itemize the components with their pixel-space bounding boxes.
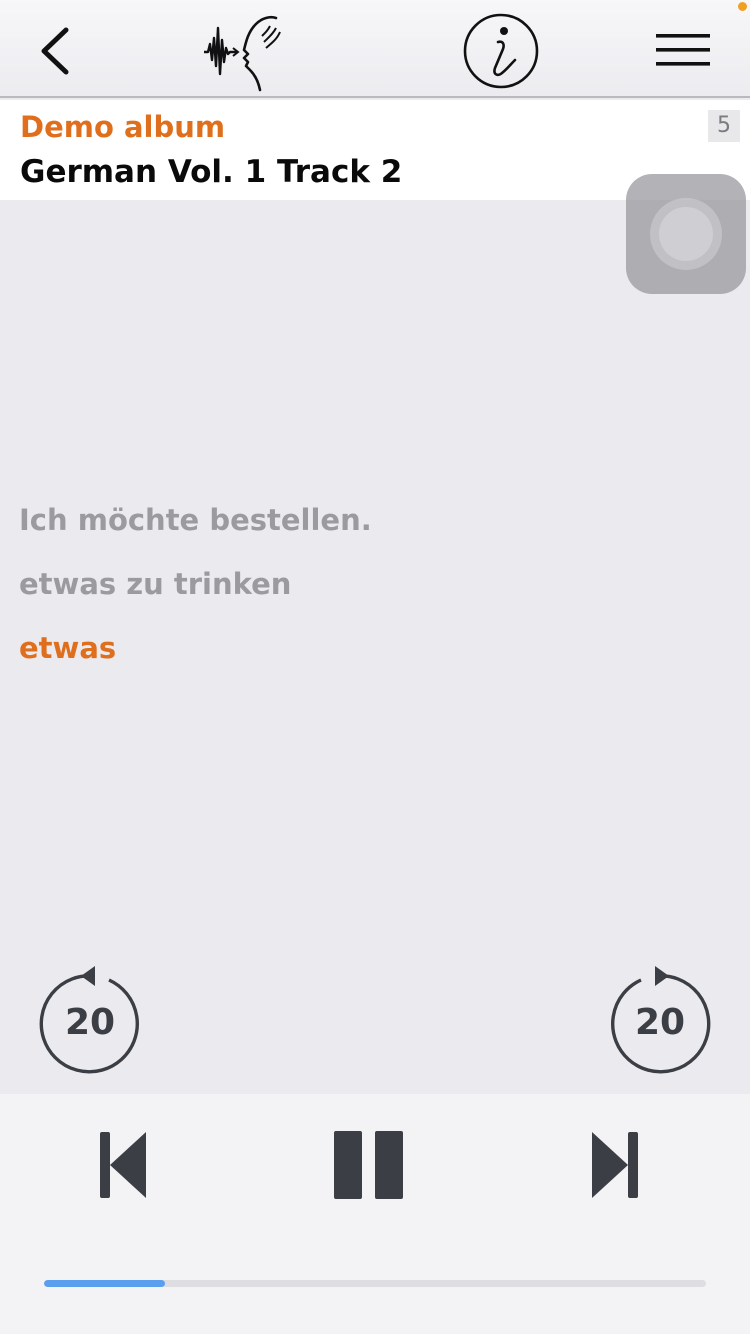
next-track-button[interactable] [590,1130,640,1200]
back-button[interactable] [30,18,82,82]
chevron-left-icon [41,27,69,75]
phrase-item-current[interactable]: etwas [19,631,116,665]
pause-icon [334,1131,403,1199]
progress-bar-fill [44,1280,166,1287]
assistive-touch-core [659,207,713,261]
phrase-item[interactable]: Ich möchte bestellen. [19,503,372,537]
skip-back-label: 20 [64,1002,116,1043]
info-button[interactable] [462,12,540,90]
pause-button[interactable] [333,1130,405,1200]
skip-forward-20-button[interactable]: 20 [607,962,713,1076]
phrase-item[interactable]: etwas zu trinken [19,567,291,601]
skip-previous-icon [100,1132,146,1198]
transport-controls [0,1094,750,1334]
skip-back-20-button[interactable]: 20 [37,962,143,1076]
app-logo-icon [202,8,284,92]
menu-button[interactable] [652,26,716,74]
count-badge: 5 [708,110,740,142]
skip-next-icon [592,1132,638,1198]
info-circle-icon [463,13,539,89]
assistive-touch-button[interactable] [626,174,746,294]
progress-bar[interactable] [44,1280,706,1287]
track-title: German Vol. 1 Track 2 [20,154,403,190]
previous-track-button[interactable] [98,1130,148,1200]
status-indicator-dot [738,2,747,11]
player-screen: Demo album German Vol. 1 Track 2 5 Ich m… [0,0,750,1334]
hamburger-menu-icon [656,34,710,66]
top-navigation-bar [0,0,750,98]
skip-forward-label: 20 [634,1002,686,1043]
album-title: Demo album [20,110,226,144]
